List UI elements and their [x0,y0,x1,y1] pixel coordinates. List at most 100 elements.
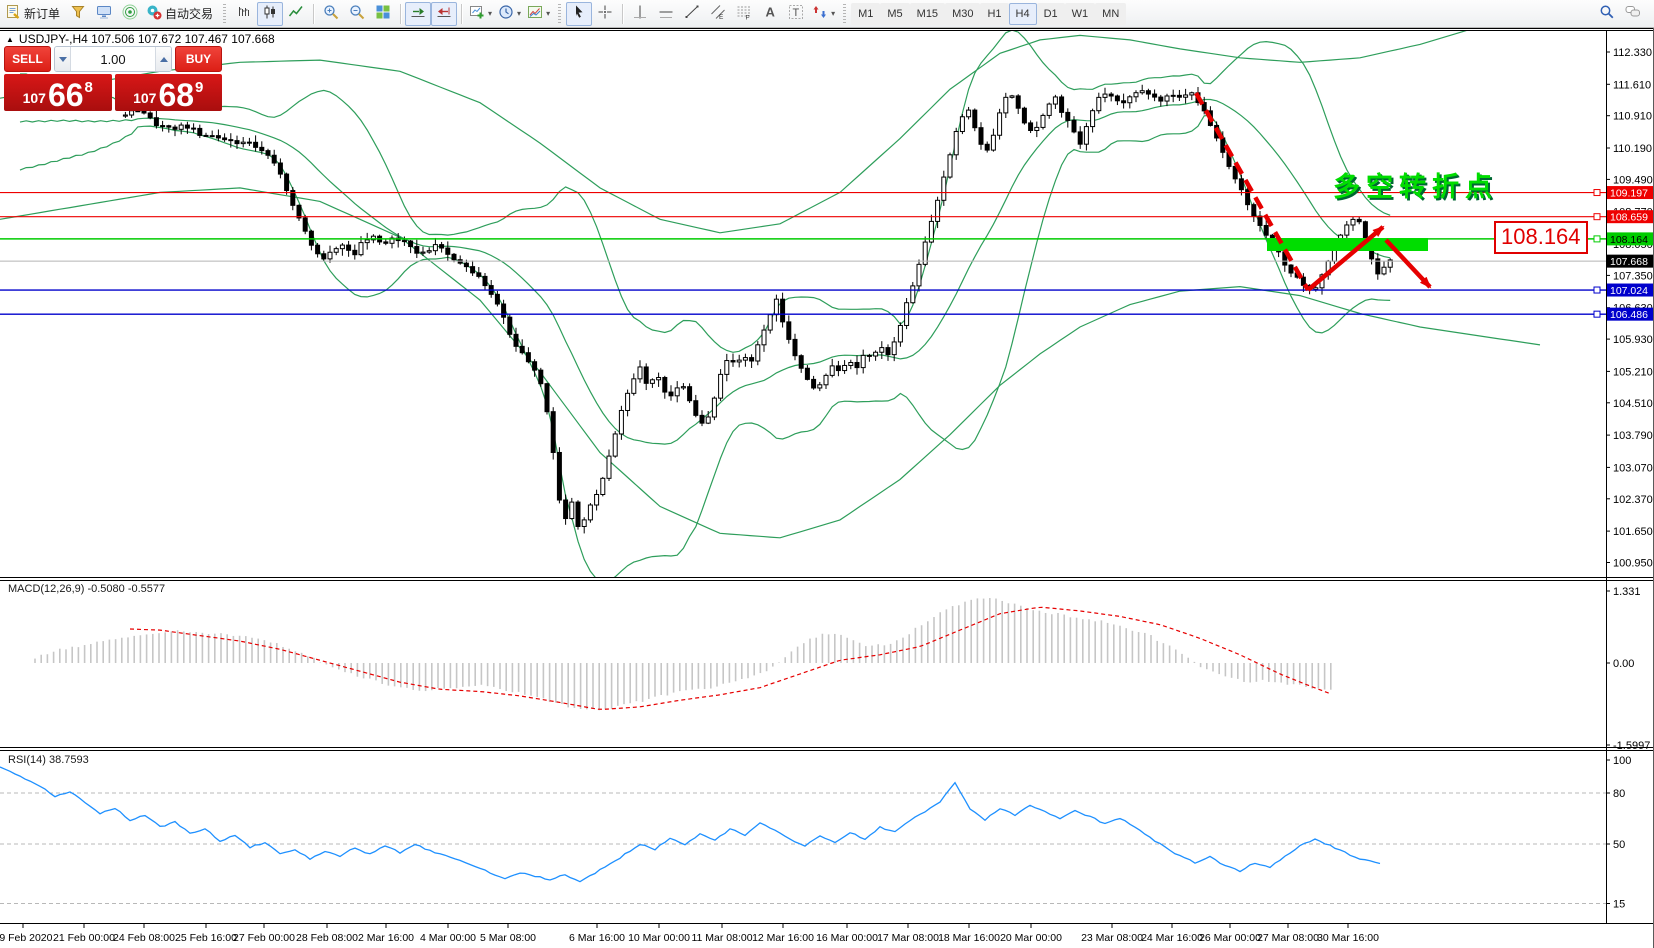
periods-button[interactable]: ▾ [495,2,524,26]
chart-canvas[interactable]: 112.330111.610110.910110.190109.490108.7… [0,0,1654,948]
tile-windows-button[interactable] [370,2,396,26]
indicators-button[interactable]: ▾ [466,2,495,26]
price-level-label: 108.164 [1494,221,1588,254]
timeframe-w1-button[interactable]: W1 [1065,3,1096,25]
svg-text:21 Feb 00:00: 21 Feb 00:00 [53,932,115,944]
trendline-icon [684,4,700,23]
svg-text:30 Mar 16:00: 30 Mar 16:00 [1317,932,1379,944]
equidistant-channel-button[interactable]: E [705,2,731,26]
deposit-button[interactable] [65,2,91,26]
new-order-button-label: 新订单 [24,5,62,22]
equidistant-channel-icon: E [710,4,726,23]
svg-text:103.790: 103.790 [1613,430,1653,442]
text-button[interactable]: A [757,2,783,26]
auto-trading-button[interactable]: 自动交易 [143,2,218,26]
timeframe-m1-button[interactable]: M1 [851,3,880,25]
buy-price[interactable]: 107689 [115,74,223,111]
buy-price-pips: 68 [158,80,194,110]
line-chart-icon [288,4,304,23]
fibonacci-button[interactable]: F [731,2,757,26]
timeframe-mn-button[interactable]: MN [1095,3,1126,25]
sell-button[interactable]: SELL [4,46,51,72]
templates-button[interactable]: ▾ [524,2,553,26]
text-label-button[interactable]: T [783,2,809,26]
svg-text:101.650: 101.650 [1613,526,1653,538]
toolbar-grip[interactable] [558,4,561,24]
buy-price-figure: 107 [133,90,156,106]
svg-text:24 Mar 16:00: 24 Mar 16:00 [1141,932,1203,944]
timeframe-m5-button[interactable]: M5 [880,3,909,25]
timeframe-h4-button[interactable]: H4 [1009,3,1037,25]
sell-price[interactable]: 107668 [4,74,112,111]
svg-text:107.350: 107.350 [1613,270,1653,282]
svg-text:5 Mar 08:00: 5 Mar 08:00 [480,932,536,944]
svg-text:80: 80 [1613,788,1625,800]
horizontal-line-icon [658,4,674,23]
svg-text:T: T [793,7,800,19]
volume-increase-button[interactable] [155,47,171,71]
timeframe-m15-button[interactable]: M15 [910,3,945,25]
svg-text:17 Mar 08:00: 17 Mar 08:00 [877,932,939,944]
bar-chart-button[interactable] [231,2,257,26]
new-order-button[interactable]: 新订单 [2,2,65,26]
svg-text:2 Mar 16:00: 2 Mar 16:00 [358,932,414,944]
vertical-line-button[interactable] [627,2,653,26]
signals-button[interactable] [117,2,143,26]
arrows-icon [812,4,828,23]
toolbar-separator [400,4,401,24]
timeframe-d1-button[interactable]: D1 [1037,3,1065,25]
horizontal-line-button[interactable] [653,2,679,26]
chart-shift-button[interactable] [431,2,457,26]
deposit-icon [70,4,86,23]
toolbar-separator [461,4,462,24]
toolbar-separator [313,4,314,24]
auto-scroll-icon [410,4,426,23]
svg-text:100: 100 [1613,755,1631,767]
svg-text:100.950: 100.950 [1613,558,1653,570]
web-terminal-icon [96,4,112,23]
zoom-in-button[interactable] [318,2,344,26]
svg-text:25 Feb 16:00: 25 Feb 16:00 [175,932,237,944]
tile-windows-icon [375,4,391,23]
mt4-window: 新订单自动交易▾▾▾EFAT▾M1M5M15M30H1H4D1W1MN 112.… [0,0,1654,948]
zoom-out-button[interactable] [344,2,370,26]
volume-input[interactable] [71,47,155,71]
volume-decrease-button[interactable] [55,47,71,71]
timeframe-m30-button[interactable]: M30 [945,3,980,25]
candle-chart-icon [262,4,278,23]
svg-text:A: A [766,5,776,20]
svg-text:50: 50 [1613,839,1625,851]
new-order-icon [5,4,21,23]
auto-scroll-button[interactable] [405,2,431,26]
cursor-button[interactable] [566,2,592,26]
chat-button[interactable] [1620,2,1646,26]
svg-text:107.024: 107.024 [1610,285,1648,297]
line-chart-button[interactable] [283,2,309,26]
toolbar-grip[interactable] [223,4,226,24]
svg-text:111.610: 111.610 [1613,79,1651,91]
svg-text:12 Mar 16:00: 12 Mar 16:00 [752,932,814,944]
buy-price-point: 9 [195,79,203,96]
svg-text:18 Mar 16:00: 18 Mar 16:00 [938,932,1000,944]
crosshair-button[interactable] [592,2,618,26]
candle-chart-button[interactable] [257,2,283,26]
search-button[interactable] [1594,2,1620,26]
toolbar-grip[interactable] [843,4,846,24]
chevron-down-icon: ▾ [546,10,550,18]
svg-text:F: F [746,15,750,21]
svg-text:24 Feb 08:00: 24 Feb 08:00 [113,932,175,944]
buy-button[interactable]: BUY [175,46,222,72]
search-icon [1599,4,1615,23]
arrows-button[interactable]: ▾ [809,2,838,26]
fibonacci-icon: F [736,4,752,23]
timeframe-h1-button[interactable]: H1 [980,3,1008,25]
sell-price-pips: 66 [48,80,84,110]
svg-text:110.190: 110.190 [1613,143,1652,155]
svg-text:108.164: 108.164 [1610,234,1648,246]
caret-down-icon [59,57,67,62]
trendline-button[interactable] [679,2,705,26]
zoom-in-icon [323,4,339,23]
web-terminal-button[interactable] [91,2,117,26]
rsi-indicator-label: RSI(14) 38.7593 [8,754,89,766]
panel-toggle-icon[interactable]: ▲ [6,35,14,44]
